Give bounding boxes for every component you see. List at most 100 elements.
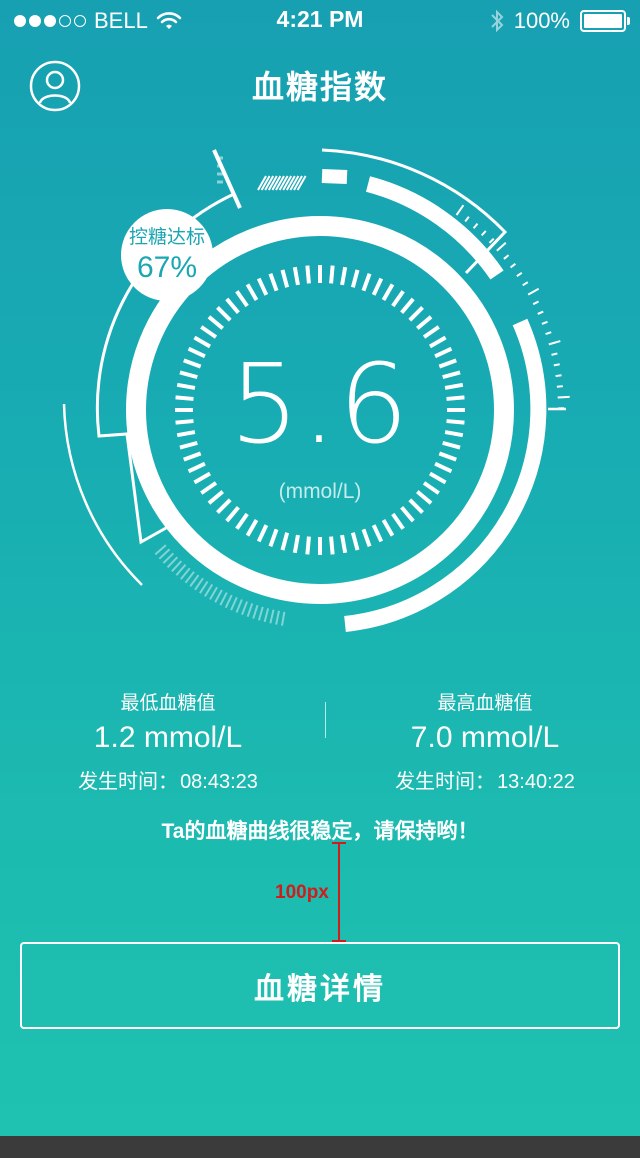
gauge-dot-tick	[189, 574, 200, 587]
gauge-dot-tick	[209, 586, 218, 600]
max-time-label: 发生时间：	[395, 771, 496, 793]
gauge-tick	[340, 534, 348, 554]
control-rate-badge: 控糖达标 67%	[121, 209, 213, 301]
gauge-scale-tick	[516, 272, 523, 278]
gauge-tick	[371, 277, 384, 296]
gauge-dot-tick	[257, 606, 264, 621]
min-glucose-label: 最低血糖值	[120, 693, 216, 714]
gauge-tick	[361, 528, 372, 547]
gauge-tick	[408, 306, 424, 322]
max-glucose-stat: 最高血糖值 7.0 mmol/L 发生时间： 13:40:22	[325, 688, 640, 794]
gauge-tick	[416, 315, 433, 330]
spacing-annotation-label: 100px	[275, 882, 329, 903]
gauge-dot-tick	[280, 611, 286, 626]
status-bar-right: 100%	[490, 8, 630, 34]
max-glucose-label: 最高血糖值	[437, 693, 533, 714]
gauge-scale-tick	[541, 320, 548, 325]
bottom-bar	[0, 1136, 640, 1158]
gauge-dot-tick	[230, 596, 238, 611]
gauge-dot-tick	[241, 601, 248, 616]
annotation-cap	[332, 842, 346, 844]
gauge-dot-tick	[246, 603, 254, 618]
gauge-tick	[245, 283, 259, 302]
gauge-tick	[245, 518, 259, 537]
page-title: 血糖指数	[251, 69, 388, 105]
gauge-tick	[422, 325, 440, 339]
min-glucose-stat: 最低血糖值 1.2 mmol/L 发生时间： 08:43:23	[8, 688, 328, 794]
min-glucose-value: 1.2 mmol/L	[93, 721, 243, 754]
annotation-line	[338, 842, 340, 942]
gauge-scale-tick	[545, 331, 552, 336]
gauge-scale-tick	[480, 230, 487, 237]
gauge-tick	[268, 528, 279, 547]
gauge-dot-tick	[269, 609, 275, 624]
min-time-label: 发生时间：	[78, 771, 179, 793]
gauge-tick	[329, 265, 335, 284]
glucose-unit: (mmol/L)	[278, 480, 362, 503]
battery-percentage: 100%	[513, 8, 570, 33]
gauge-dot-tick	[235, 599, 243, 613]
gauge-tick	[400, 506, 415, 523]
gauge-tick	[280, 532, 290, 551]
gauge-tick	[268, 273, 279, 292]
gauge-scale-tick	[532, 300, 539, 306]
gauge-tick	[200, 325, 218, 339]
max-glucose-value: 7.0 mmol/L	[410, 721, 560, 754]
gauge-top-marker	[212, 149, 242, 209]
gauge-scale-tick	[472, 222, 479, 229]
gauge-tick	[400, 297, 415, 314]
gauge-tick	[216, 306, 232, 322]
max-time-value: 13:40:22	[497, 771, 575, 793]
gauge-dot-tick	[219, 592, 228, 606]
gauge-scale-tick	[522, 281, 529, 287]
glucose-value: 5.6	[229, 340, 411, 468]
gauge-tick	[225, 297, 240, 314]
gauge-tick	[292, 534, 300, 554]
gauge-scale-tick	[455, 204, 465, 216]
control-rate-value: 67%	[136, 251, 198, 284]
gauge-tick	[305, 265, 311, 284]
gauge-top-segment	[321, 169, 348, 184]
gauge-tick	[292, 266, 300, 286]
gauge-scale-tick	[503, 254, 510, 260]
gauge-tick	[235, 290, 249, 308]
gauge-tick	[381, 283, 395, 302]
glucose-detail-button[interactable]: 血糖详情	[20, 942, 620, 1029]
gauge-dot-tick	[275, 610, 280, 625]
gauge-scale-tick	[464, 216, 470, 223]
gauge-tick	[305, 536, 311, 555]
gauge-tick	[329, 536, 335, 555]
gauge-scale-tick	[509, 263, 516, 269]
gauge-tick	[350, 269, 360, 288]
gauge-tick	[391, 290, 405, 308]
min-time-value: 08:43:23	[180, 771, 258, 793]
gauge-scale-tick	[496, 241, 507, 252]
gauge-dot-tick	[214, 589, 223, 603]
gauge-tick	[235, 512, 249, 530]
gauge-tick	[391, 512, 405, 530]
gauge-dot-tick	[263, 608, 270, 623]
gauge-tick	[256, 524, 269, 543]
gauge-dot-tick	[224, 594, 233, 609]
battery-icon	[580, 10, 630, 32]
status-message: Ta的血糖曲线很稳定，请保持哟！	[161, 820, 479, 843]
gauge-tick	[340, 266, 348, 286]
gauge-hatch-marker	[257, 175, 307, 191]
gauge-scale-tick	[527, 287, 540, 296]
gauge-dot-tick	[204, 583, 214, 597]
bluetooth-icon	[491, 9, 504, 33]
gauge-tick	[256, 277, 269, 296]
gauge-tick	[225, 506, 240, 523]
battery-level	[584, 14, 622, 28]
gauge-dot-tick	[252, 604, 259, 619]
gauge-tick	[207, 315, 224, 330]
gauge-dot-tick	[194, 577, 204, 591]
gauge-tick	[371, 524, 384, 543]
gauge-scale-tick	[488, 237, 495, 244]
gauge-tick	[280, 269, 290, 288]
gauge-dot-tick	[199, 580, 209, 594]
gauge-tick	[381, 518, 395, 537]
gauge-scale-tick	[537, 310, 544, 315]
control-rate-label: 控糖达标	[128, 227, 205, 248]
gauge-tick	[350, 532, 360, 551]
